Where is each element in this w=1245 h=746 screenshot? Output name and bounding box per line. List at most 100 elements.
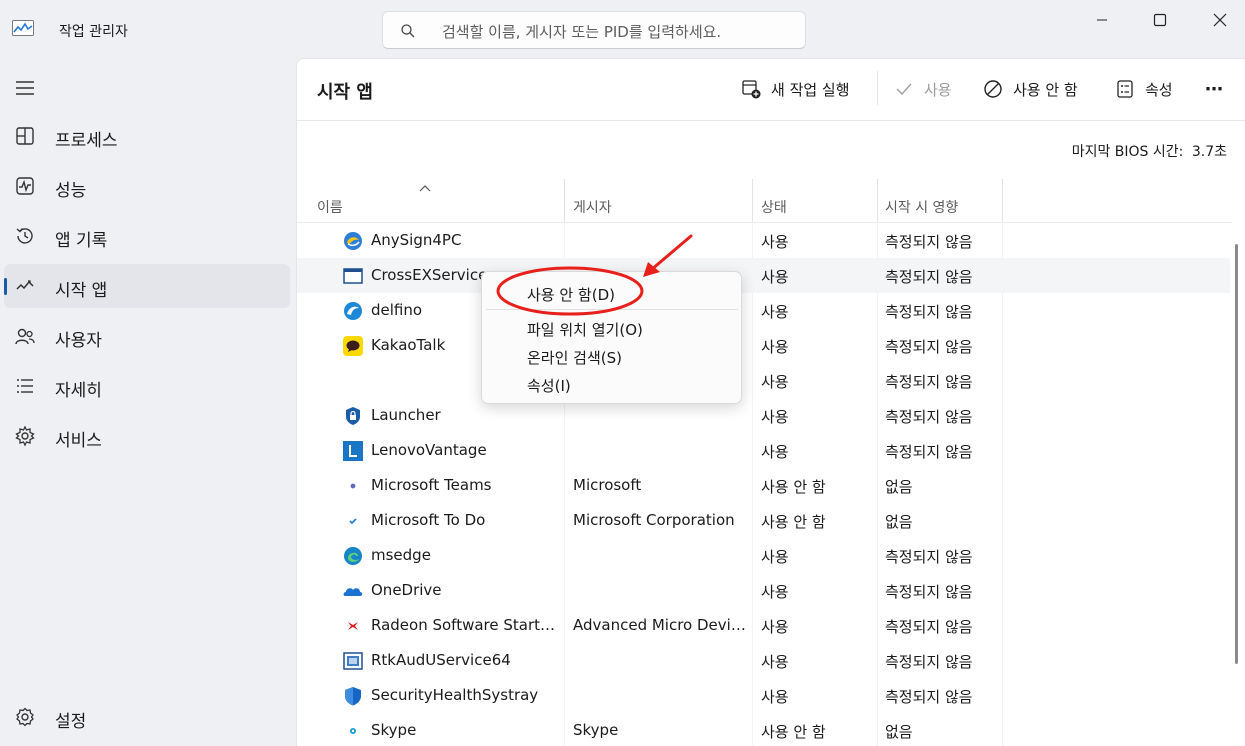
sidebar-item-app-history[interactable]: 앱 기록 <box>4 214 290 258</box>
cell-name: OneDrive <box>371 581 442 599</box>
vertical-scrollbar[interactable] <box>1235 244 1238 664</box>
table-row[interactable]: OneDrive 사용 측정되지 않음 <box>297 573 1230 608</box>
app-title: 작업 관리자 <box>59 24 128 40</box>
run-new-task-button[interactable]: 새 작업 실행 <box>741 73 850 105</box>
context-menu-disable[interactable]: 사용 안 함(D) <box>527 284 615 305</box>
sidebar-item-startup-apps[interactable]: 시작 앱 <box>4 264 290 308</box>
table-row-selected[interactable]: CrossEXService 사용 측정되지 않음 <box>297 258 1230 293</box>
more-options-button[interactable]: ⋯ <box>1205 73 1223 105</box>
enable-button[interactable]: 사용 <box>894 73 952 105</box>
services-icon <box>15 425 35 447</box>
search-box[interactable]: 검색할 이름, 게시자 또는 PID를 입력하세요. <box>382 11 806 49</box>
cell-name: msedge <box>371 546 431 564</box>
context-menu-open-file-location[interactable]: 파일 위치 열기(O) <box>527 319 643 340</box>
table-row[interactable]: Launcher 사용 측정되지 않음 <box>297 398 1230 433</box>
settings-label: 설정 <box>55 712 87 732</box>
cell-impact: 측정되지 않음 <box>885 408 973 426</box>
edge-icon <box>344 547 362 565</box>
column-header-publisher[interactable]: 게시자 <box>573 197 612 217</box>
column-header-status[interactable]: 상태 <box>761 197 787 217</box>
maximize-icon <box>1153 13 1167 27</box>
lenovo-vantage-icon <box>343 441 363 461</box>
disable-label: 사용 안 함 <box>1013 80 1078 99</box>
cell-status: 사용 <box>761 338 789 356</box>
table-row[interactable]: Skype Skype 사용 안 함 없음 <box>297 713 1230 746</box>
table-row[interactable]: LenovoVantage 사용 측정되지 않음 <box>297 433 1230 468</box>
table-row[interactable]: RtkAudUService64 사용 측정되지 않음 <box>297 643 1230 678</box>
cell-publisher: Microsoft Corporation <box>573 511 735 529</box>
cell-name: Microsoft Teams <box>371 476 492 494</box>
column-divider[interactable] <box>877 179 878 223</box>
sidebar-item-processes[interactable]: 프로세스 <box>4 114 290 158</box>
title-bar: 작업 관리자 검색할 이름, 게시자 또는 PID를 입력하세요. <box>0 0 1245 58</box>
sort-ascending-icon[interactable] <box>419 184 431 192</box>
table-row[interactable]: Microsoft To Do Microsoft Corporation 사용… <box>297 503 1230 538</box>
checkmark-icon <box>896 83 912 96</box>
sidebar-item-label: 자세히 <box>55 381 102 401</box>
cell-name: Launcher <box>371 406 441 424</box>
cell-status: 사용 <box>761 303 789 321</box>
context-menu: 사용 안 함(D) 파일 위치 열기(O) 온라인 검색(S) 속성(I) <box>481 271 742 404</box>
cell-impact: 측정되지 않음 <box>885 548 973 566</box>
table-row[interactable]: Microsoft Teams Microsoft 사용 안 함 없음 <box>297 468 1230 503</box>
cell-status: 사용 <box>761 583 789 601</box>
search-input[interactable]: 검색할 이름, 게시자 또는 PID를 입력하세요. <box>442 21 721 42</box>
todo-icon <box>349 518 357 525</box>
details-icon <box>17 379 33 393</box>
sidebar-item-performance[interactable]: 성능 <box>4 164 290 208</box>
properties-icon <box>1117 80 1133 98</box>
context-menu-properties[interactable]: 속성(I) <box>527 375 571 396</box>
table-row[interactable]: msedge 사용 측정되지 않음 <box>297 538 1230 573</box>
cell-status: 사용 <box>761 268 789 286</box>
minimize-icon <box>1097 19 1107 21</box>
column-header-name[interactable]: 이름 <box>317 197 343 217</box>
sidebar-item-settings[interactable]: 설정 <box>4 695 290 739</box>
hamburger-menu-icon[interactable] <box>13 78 37 98</box>
sidebar-item-details[interactable]: 자세히 <box>4 364 290 408</box>
cell-impact: 측정되지 않음 <box>885 583 973 601</box>
context-menu-search-online[interactable]: 온라인 검색(S) <box>527 347 622 368</box>
table-row[interactable]: AnySign4PC 사용 측정되지 않음 <box>297 223 1230 258</box>
main-panel: 시작 앱 새 작업 실행 사용 사용 안 함 속성 ⋯ 마지막 BIOS 시간:… <box>296 58 1245 746</box>
close-button[interactable] <box>1196 0 1244 40</box>
table-row[interactable]: SecurityHealthSystray 사용 측정되지 않음 <box>297 678 1230 713</box>
sidebar: 프로세스 성능 앱 기록 시작 앱 사용자 자세히 서비스 설정 <box>0 58 296 746</box>
column-divider[interactable] <box>752 179 753 223</box>
table-row[interactable]: Radeon Software Startup ... Advanced Mic… <box>297 608 1230 643</box>
cell-status: 사용 <box>761 618 789 636</box>
sidebar-item-label: 앱 기록 <box>55 231 108 251</box>
table-row[interactable]: KakaoTalk 사용 측정되지 않음 <box>297 328 1230 363</box>
skype-icon <box>350 728 356 734</box>
sidebar-item-users[interactable]: 사용자 <box>4 314 290 358</box>
column-header-impact[interactable]: 시작 시 영향 <box>885 197 958 217</box>
column-divider[interactable] <box>1002 179 1003 223</box>
sidebar-item-label: 서비스 <box>55 431 102 451</box>
teams-icon <box>350 483 356 489</box>
maximize-button[interactable] <box>1136 0 1184 40</box>
startup-apps-icon <box>16 280 34 290</box>
cell-impact: 없음 <box>885 478 913 496</box>
cell-name: Radeon Software Startup ... <box>371 616 559 634</box>
disable-button[interactable]: 사용 안 함 <box>983 73 1078 105</box>
cell-status: 사용 <box>761 443 789 461</box>
cell-impact: 측정되지 않음 <box>885 303 973 321</box>
table-row[interactable]: 사용 측정되지 않음 <box>297 363 1230 398</box>
processes-icon <box>16 127 34 145</box>
cell-status: 사용 <box>761 548 789 566</box>
cell-status: 사용 <box>761 373 789 391</box>
cell-status: 사용 안 함 <box>761 723 826 741</box>
cell-impact: 측정되지 않음 <box>885 338 973 356</box>
minimize-button[interactable] <box>1078 0 1126 40</box>
sidebar-item-services[interactable]: 서비스 <box>4 414 290 458</box>
properties-button[interactable]: 속성 <box>1115 73 1173 105</box>
table-row[interactable]: delfino 사용 측정되지 않음 <box>297 293 1230 328</box>
cell-name: Skype <box>371 721 417 739</box>
column-divider[interactable] <box>564 179 565 223</box>
settings-gear-icon <box>16 707 34 727</box>
cell-status: 사용 <box>761 233 789 251</box>
delfino-icon <box>344 302 362 320</box>
cell-status: 사용 안 함 <box>761 513 826 531</box>
app-history-icon <box>16 228 33 244</box>
cell-name: RtkAudUService64 <box>371 651 511 669</box>
cell-impact: 측정되지 않음 <box>885 268 973 286</box>
